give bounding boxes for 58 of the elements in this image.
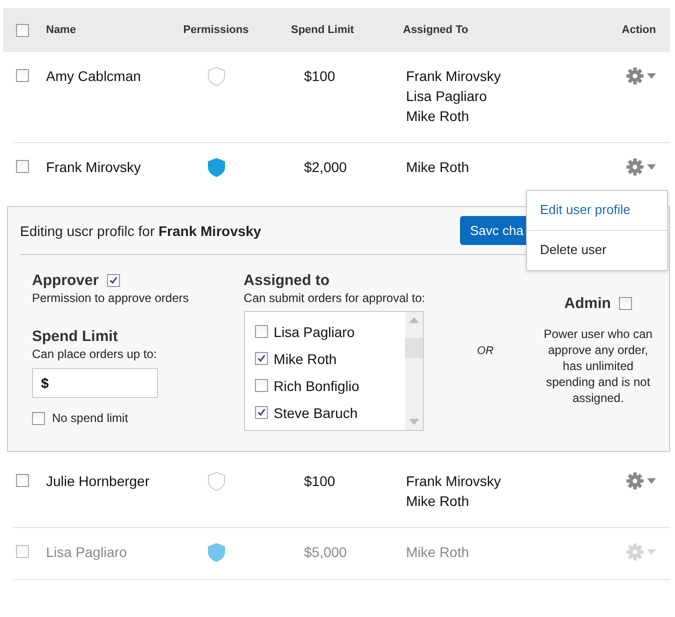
- checkbox[interactable]: [254, 352, 268, 365]
- description: Permission to approve orders: [32, 291, 189, 305]
- description: Power user who can approve any order, has unlimited spending and is not assigned.: [542, 326, 654, 406]
- menu-item[interactable]: Edit user profile: [527, 191, 667, 231]
- assignee-name: Lisa Pagliaro: [406, 87, 487, 106]
- column-header[interactable]: Action: [622, 24, 656, 36]
- spend-limit: $100: [304, 67, 336, 86]
- user-name: Frank Mirovsky: [46, 158, 141, 177]
- checkbox[interactable]: [254, 379, 268, 392]
- checkbox[interactable]: [32, 412, 45, 424]
- or-label: OR: [477, 345, 494, 359]
- assignee-name: Mike Roth: [406, 492, 470, 511]
- checkbox[interactable]: [618, 297, 632, 310]
- checkbox[interactable]: [16, 474, 28, 487]
- scroll-thumb[interactable]: [404, 338, 423, 358]
- column-header[interactable]: Assigned To: [403, 20, 468, 40]
- checkbox[interactable]: [16, 160, 28, 173]
- list-item[interactable]: Lisa Pagliaro: [274, 324, 355, 340]
- checkbox[interactable]: [106, 274, 120, 287]
- section-label: Approver: [32, 272, 99, 289]
- spend-limit: $5,000: [304, 543, 347, 562]
- section-label: Spend Limit: [32, 328, 118, 345]
- list-item[interactable]: Mike Roth: [274, 350, 337, 366]
- checkbox[interactable]: [16, 69, 28, 82]
- column-header[interactable]: Spend Limit: [291, 24, 354, 36]
- caret-icon[interactable]: [647, 73, 656, 79]
- section-label: Assigned to: [244, 272, 330, 289]
- user-name: Lisa Pagliaro: [46, 543, 127, 562]
- description: Can submit orders for approval to:: [244, 291, 426, 305]
- list-item[interactable]: Steve Baruch: [274, 404, 358, 420]
- scrollbar[interactable]: [404, 312, 423, 430]
- assignee-name: Frank Mirovsky: [406, 67, 501, 86]
- spend-limit: $100: [304, 472, 336, 491]
- gear-icon[interactable]: [626, 67, 644, 85]
- list-item[interactable]: Rich Bonfiglio: [274, 378, 360, 394]
- column-header[interactable]: Name: [46, 24, 76, 36]
- description: Can place orders up to:: [32, 347, 157, 361]
- checkbox[interactable]: [254, 325, 268, 338]
- user-name: Amy Cablcman: [46, 67, 141, 86]
- panel-title: Editing uscr profilc for Frank Mirovsky: [20, 222, 262, 238]
- assignee-name: Mike Roth: [406, 158, 470, 177]
- arrow-up-icon[interactable]: [408, 317, 419, 323]
- caret-icon[interactable]: [647, 164, 656, 170]
- checkbox-label: No spend limit: [52, 411, 128, 425]
- column-header[interactable]: Permissions: [183, 24, 249, 36]
- checkbox[interactable]: [16, 24, 28, 36]
- section-label: Admin: [564, 295, 611, 312]
- assignee-name: Mike Roth: [406, 107, 470, 126]
- user-name: Julie Hornberger: [46, 472, 150, 491]
- gear-icon[interactable]: [626, 158, 644, 176]
- checkbox[interactable]: [254, 406, 268, 419]
- assignee-name: Mike Roth: [406, 543, 470, 562]
- spend-limit-field[interactable]: $: [32, 368, 158, 398]
- spend-limit: $2,000: [304, 158, 347, 177]
- gear-icon[interactable]: [626, 472, 644, 490]
- assignee-name: Frank Mirovsky: [406, 472, 501, 491]
- caret-icon[interactable]: [647, 478, 656, 484]
- arrow-down-icon[interactable]: [408, 419, 419, 425]
